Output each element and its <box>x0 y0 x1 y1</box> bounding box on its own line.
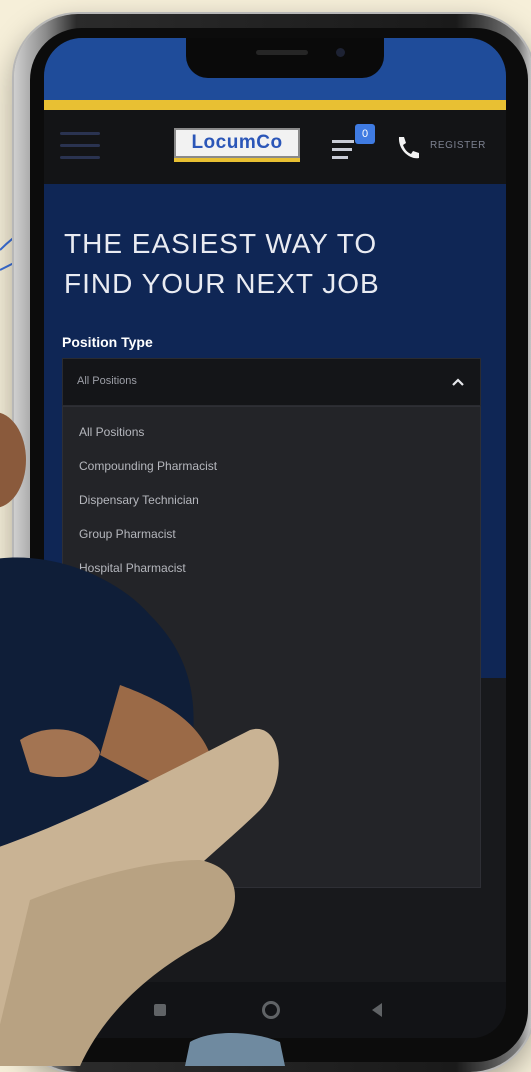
brand-accent-strip <box>44 100 506 110</box>
app-header: LocumCo 0 REGISTER <box>44 110 506 184</box>
position-type-label: Position Type <box>62 334 153 350</box>
logo[interactable]: LocumCo <box>174 128 300 158</box>
speaker-grille <box>256 50 308 55</box>
hero-title-line-2: FIND YOUR NEXT JOB <box>64 268 380 299</box>
front-camera <box>336 48 345 57</box>
back-button[interactable] <box>372 1003 382 1017</box>
chevron-up-icon <box>452 378 464 386</box>
selected-position: All Positions <box>77 375 137 387</box>
logo-underline <box>174 158 300 162</box>
phone-icon[interactable] <box>394 134 420 162</box>
person-photo <box>0 412 285 1066</box>
phone-notch <box>186 38 384 78</box>
position-type-select[interactable]: All Positions <box>62 358 481 406</box>
hero-title: THE EASIEST WAY TO FIND YOUR NEXT JOB <box>64 224 484 304</box>
register-link[interactable]: REGISTER <box>430 140 486 151</box>
count-badge: 0 <box>355 124 375 144</box>
hero-title-line-1: THE EASIEST WAY TO <box>64 228 378 259</box>
menu-icon[interactable] <box>60 132 100 162</box>
